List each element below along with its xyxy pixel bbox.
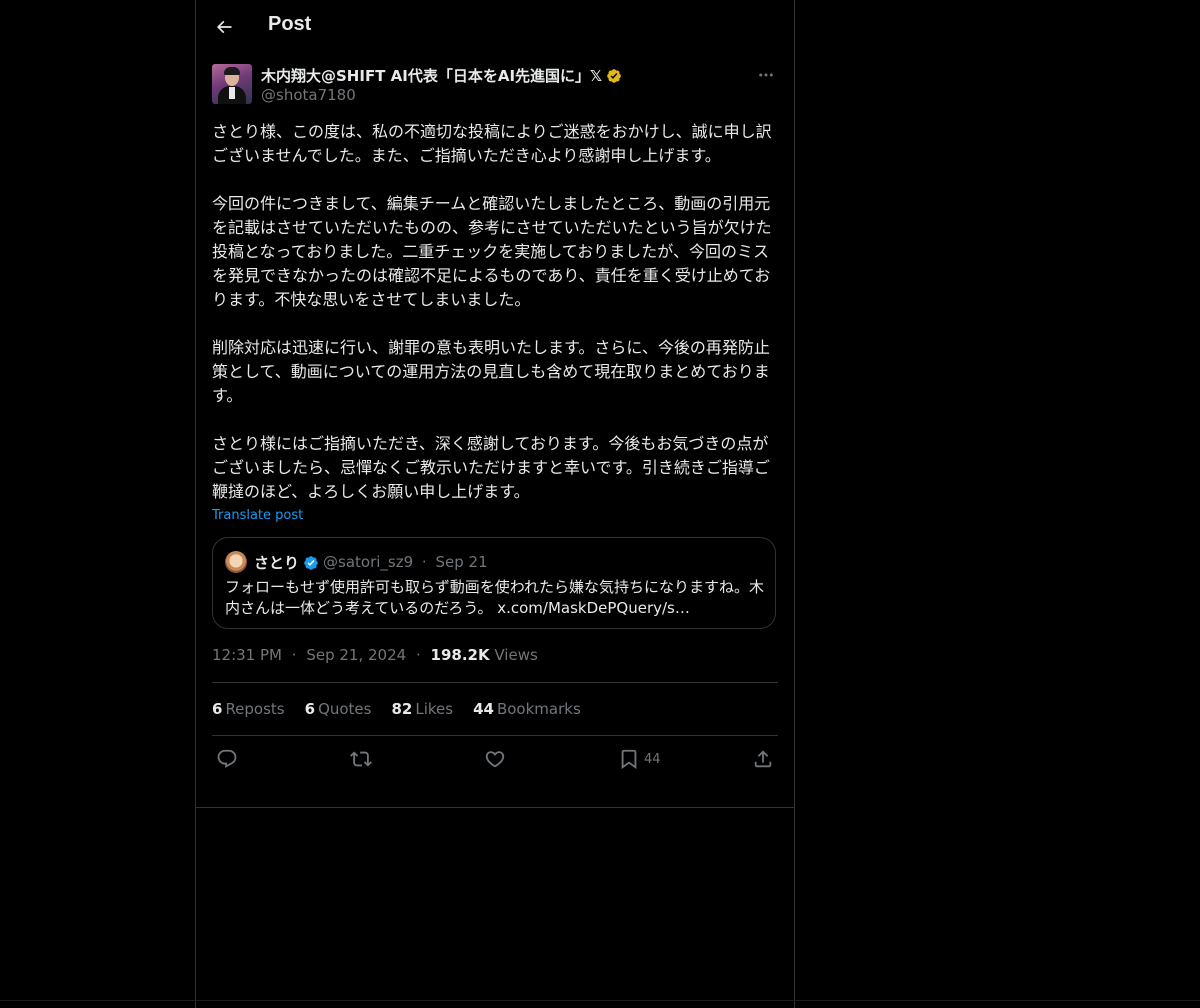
back-button[interactable] xyxy=(208,11,240,43)
page-header: Post xyxy=(196,0,794,54)
more-button[interactable] xyxy=(754,64,778,86)
page-title: Post xyxy=(268,13,312,35)
quote-author-name: さとり xyxy=(254,552,319,573)
post-text: さとり様、この度は、私の不適切な投稿によりご迷惑をおかけし、誠に申し訳ございませ… xyxy=(212,122,772,501)
repost-icon xyxy=(350,751,372,767)
post-column: Post 木内翔大@SHIFT AI代表「日本をAI先進国に」𝕏 @shota7… xyxy=(195,0,795,1008)
more-horizontal-icon xyxy=(759,73,773,77)
verified-gold-icon xyxy=(607,68,621,83)
repost-button[interactable] xyxy=(350,748,372,770)
views-count: 198.2K xyxy=(430,646,490,664)
reply-button[interactable] xyxy=(216,748,238,770)
post-meta: 12:31 PM · Sep 21, 2024 · 198.2K Views xyxy=(212,646,778,666)
bookmark-button[interactable]: 44 xyxy=(618,748,661,770)
share-icon xyxy=(754,750,772,768)
quote-meta: @satori_sz9 · Sep 21 xyxy=(323,553,488,571)
quote-author-name-text: さとり xyxy=(254,554,300,572)
quote-separator: · xyxy=(421,553,427,571)
reply-icon xyxy=(217,749,237,768)
heart-icon xyxy=(485,751,505,768)
quote-avatar xyxy=(225,551,247,573)
bookmarks-label: Bookmarks xyxy=(496,700,581,718)
stats-row: 6 Reposts 6 Quotes 82 Likes 44 Bookmarks xyxy=(212,683,778,735)
arrow-left-icon xyxy=(216,20,232,34)
likes-label: Likes xyxy=(415,700,454,718)
quote-handle: @satori_sz9 xyxy=(323,553,414,571)
quoted-post[interactable]: さとり @satori_sz9 · Sep 21 フォローもせず使用許可も取らず… xyxy=(212,537,776,629)
divider xyxy=(196,807,794,808)
reposts-count: 6 xyxy=(212,700,223,718)
author-row: 木内翔大@SHIFT AI代表「日本をAI先進国に」𝕏 @shota7180 xyxy=(212,64,778,108)
bookmarks-count: 44 xyxy=(473,700,494,718)
bookmark-count: 44 xyxy=(644,751,661,767)
quote-text: フォローもせず使用許可も取らず動画を使われたら嫌な気持ちになりますね。木内さんは… xyxy=(225,578,764,617)
reposts-label: Reposts xyxy=(225,700,285,718)
action-bar: 44 xyxy=(212,736,778,782)
post-detail: 木内翔大@SHIFT AI代表「日本をAI先進国に」𝕏 @shota7180 さ… xyxy=(212,64,778,782)
share-button[interactable] xyxy=(752,748,774,770)
views-label: Views xyxy=(494,646,538,664)
bookmarks-stat[interactable]: 44 Bookmarks xyxy=(473,700,581,718)
quotes-stat[interactable]: 6 Quotes xyxy=(305,700,372,718)
post-time[interactable]: 12:31 PM xyxy=(212,646,282,664)
translate-post-link[interactable]: Translate post xyxy=(212,508,778,524)
verified-blue-icon xyxy=(304,555,318,570)
author-name-text: 木内翔大@SHIFT AI代表「日本をAI先進国に」𝕏 xyxy=(261,67,603,85)
author-handle[interactable]: @shota7180 xyxy=(261,86,356,104)
author-avatar[interactable] xyxy=(212,64,252,104)
meta-separator: · xyxy=(291,646,297,664)
quote-date: Sep 21 xyxy=(435,553,488,571)
reposts-stat[interactable]: 6 Reposts xyxy=(212,700,285,718)
like-button[interactable] xyxy=(484,748,506,770)
quotes-count: 6 xyxy=(304,700,316,718)
likes-count: 82 xyxy=(391,700,413,718)
post-date[interactable]: Sep 21, 2024 xyxy=(306,646,406,664)
likes-stat[interactable]: 82 Likes xyxy=(391,700,453,718)
author-name[interactable]: 木内翔大@SHIFT AI代表「日本をAI先進国に」𝕏 xyxy=(261,65,622,86)
meta-separator: · xyxy=(415,646,421,664)
quotes-label: Quotes xyxy=(318,700,372,718)
bookmark-icon xyxy=(621,749,637,770)
page-bottom-edge xyxy=(0,1000,1200,1001)
